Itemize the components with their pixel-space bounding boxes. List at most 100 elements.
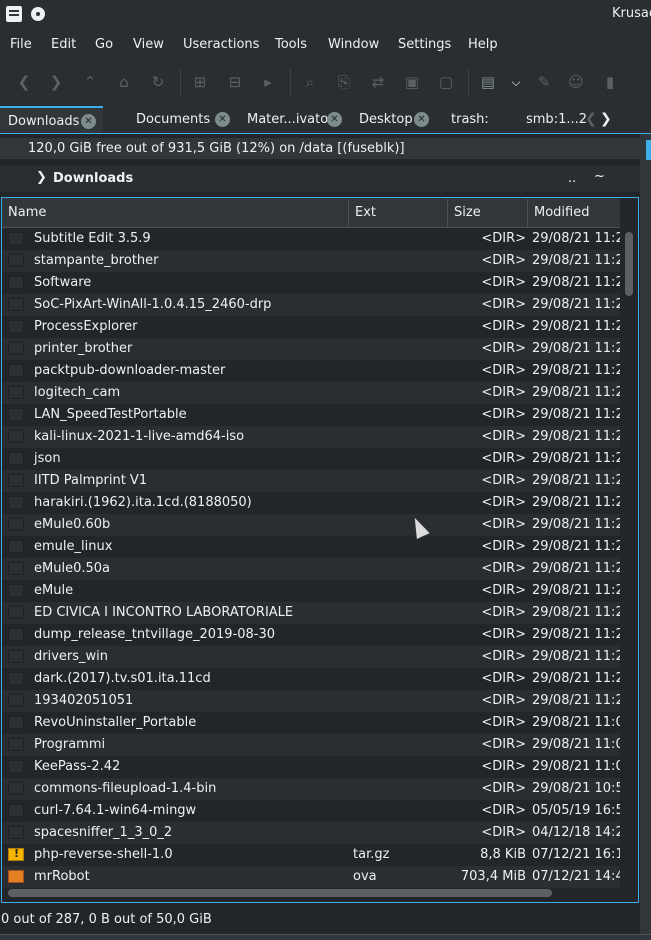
table-row[interactable]: Subtitle Edit 3.5.9 <DIR> 29/08/21 11:22 <box>2 228 620 250</box>
tab-scroll-left-icon[interactable]: ❮ <box>585 111 597 127</box>
table-row[interactable]: RevoUninstaller_Portable <DIR> 29/08/21 11… <box>2 712 620 734</box>
vertical-scrollbar[interactable] <box>622 228 638 882</box>
menu-edit[interactable]: Edit <box>51 37 76 52</box>
parent-dir-button[interactable]: .. <box>568 171 576 186</box>
run-icon[interactable]: ▸ <box>258 72 278 92</box>
pack-icon[interactable]: ▣ <box>402 72 422 92</box>
column-modified[interactable]: Modified <box>534 205 589 220</box>
file-size: <DIR> <box>481 803 526 818</box>
scrollbar-thumb[interactable] <box>625 232 633 296</box>
forward-icon[interactable]: ❯ <box>46 72 66 92</box>
table-row[interactable]: spacesniffer_1_3_0_2 <DIR> 04/12/18 14:24 <box>2 822 620 844</box>
table-row[interactable]: 193402051051 <DIR> 29/08/21 11:21 <box>2 690 620 712</box>
menu-window[interactable]: Window <box>328 37 379 52</box>
table-row[interactable]: IITD Palmprint V1 <DIR> 29/08/21 11:21 <box>2 470 620 492</box>
table-row[interactable]: php-reverse-shell-1.0 tar.gz 8,8 KiB 07/12/… <box>2 844 620 866</box>
tab-label: Desktop <box>359 112 413 127</box>
table-row[interactable]: kali-linux-2021-1-live-amd64-iso <DIR> 29/… <box>2 426 620 448</box>
copy-icon[interactable]: ⎘ <box>334 72 354 92</box>
table-row[interactable]: stampante_brother <DIR> 29/08/21 11:22 <box>2 250 620 272</box>
up-icon[interactable]: ⌃ <box>80 72 100 92</box>
search-icon[interactable]: ⌕ <box>300 72 320 92</box>
keep-above-icon[interactable] <box>31 7 45 21</box>
column-ext[interactable]: Ext <box>355 205 376 220</box>
table-row[interactable]: logitech_cam <DIR> 29/08/21 11:22 <box>2 382 620 404</box>
folder-icon <box>8 562 24 575</box>
menu-go[interactable]: Go <box>95 37 113 52</box>
table-row[interactable]: KeePass-2.42 <DIR> 29/08/21 11:08 <box>2 756 620 778</box>
tab-materiale[interactable]: Mater...ivato ✕ <box>240 106 346 133</box>
column-name[interactable]: Name <box>8 205 46 220</box>
folder-icon <box>8 276 24 289</box>
tab-scroll-right-icon[interactable]: ❯ <box>600 111 612 127</box>
column-divider[interactable] <box>527 199 528 227</box>
tab-smb[interactable]: smb:1...2 <box>518 106 587 133</box>
table-row[interactable]: eMule0.60b <DIR> 29/08/21 11:21 <box>2 514 620 536</box>
trash-icon[interactable]: ▮ <box>600 72 620 92</box>
column-divider[interactable] <box>447 199 448 227</box>
menu-help[interactable]: Help <box>468 37 498 52</box>
selection-status-bar: 0 out of 287, 0 B out of 50,0 GiB <box>0 908 640 932</box>
home-icon[interactable]: ⌂ <box>114 72 134 92</box>
close-icon[interactable]: ✕ <box>81 114 96 129</box>
folder-icon <box>8 628 24 641</box>
table-row[interactable]: SoC-PixArt-WinAll-1.0.4.15_2460-drp <DIR>… <box>2 294 620 316</box>
file-name: eMule <box>34 583 74 598</box>
table-row[interactable]: dark.(2017).tv.s01.ita.11cd <DIR> 29/08/21… <box>2 668 620 690</box>
tab-desktop[interactable]: Desktop ✕ <box>352 106 434 133</box>
table-row[interactable]: mrRobot ova 703,4 MiB 07/12/21 14:49 <box>2 866 620 888</box>
menu-view[interactable]: View <box>133 37 164 52</box>
edit-icon[interactable]: ✎ <box>534 72 554 92</box>
move-icon[interactable]: ⇄ <box>368 72 388 92</box>
table-row[interactable]: ED CIVICA I INCONTRO LABORATORIALE <DIR> 2… <box>2 602 620 624</box>
scrollbar-thumb[interactable] <box>8 889 552 897</box>
delete-icon[interactable]: ⊟ <box>225 72 245 92</box>
home-dir-button[interactable]: ~ <box>594 169 605 184</box>
user-icon[interactable]: ☺ <box>566 72 586 92</box>
table-row[interactable]: dump_release_tntvillage_2019-08-30 <DIR> 2… <box>2 624 620 646</box>
tab-documents[interactable]: Documents ✕ <box>110 106 236 133</box>
table-row[interactable]: json <DIR> 29/08/21 11:21 <box>2 448 620 470</box>
table-row[interactable]: packtpub-downloader-master <DIR> 29/08/21 … <box>2 360 620 382</box>
table-row[interactable]: curl-7.64.1-win64-mingw <DIR> 05/05/19 16:… <box>2 800 620 822</box>
chevron-down-icon[interactable]: ⌵ <box>506 72 526 92</box>
table-row[interactable]: drivers_win <DIR> 29/08/21 11:21 <box>2 646 620 668</box>
table-row[interactable]: Programmi <DIR> 29/08/21 11:08 <box>2 734 620 756</box>
horizontal-scrollbar[interactable] <box>2 886 620 900</box>
right-panel-edge[interactable] <box>640 134 651 940</box>
folder-icon <box>8 826 24 839</box>
file-size: <DIR> <box>481 759 526 774</box>
table-row[interactable]: LAN_SpeedTestPortable <DIR> 29/08/21 11:22 <box>2 404 620 426</box>
tab-trash[interactable]: trash: <box>444 106 512 133</box>
table-row[interactable]: ProcessExplorer <DIR> 29/08/21 11:22 <box>2 316 620 338</box>
table-row[interactable]: eMule0.50a <DIR> 29/08/21 11:21 <box>2 558 620 580</box>
refresh-icon[interactable]: ↻ <box>148 72 168 92</box>
table-row[interactable]: commons-fileupload-1.4-bin <DIR> 29/08/21 … <box>2 778 620 800</box>
unpack-icon[interactable]: ▢ <box>436 72 456 92</box>
table-row[interactable]: printer_brother <DIR> 29/08/21 11:22 <box>2 338 620 360</box>
menu-settings[interactable]: Settings <box>398 37 451 52</box>
tab-downloads[interactable]: Downloads ✕ <box>0 106 103 133</box>
menu-file[interactable]: File <box>10 37 32 52</box>
menu-useractions[interactable]: Useractions <box>183 37 259 52</box>
table-row[interactable]: eMule <DIR> 29/08/21 11:21 <box>2 580 620 602</box>
file-size: <DIR> <box>481 583 526 598</box>
app-menu-icon[interactable] <box>6 6 22 22</box>
table-row[interactable]: Software <DIR> 29/08/21 11:22 <box>2 272 620 294</box>
table-row[interactable]: emule_linux <DIR> 29/08/21 11:21 <box>2 536 620 558</box>
chevron-right-icon[interactable]: ❯ <box>36 170 47 185</box>
close-icon[interactable]: ✕ <box>414 112 429 127</box>
menu-tools[interactable]: Tools <box>275 37 307 52</box>
close-icon[interactable]: ✕ <box>215 112 230 127</box>
column-size[interactable]: Size <box>454 205 481 220</box>
sync-icon[interactable]: ▤ <box>478 72 498 92</box>
file-name: LAN_SpeedTestPortable <box>34 407 187 422</box>
close-icon[interactable]: ✕ <box>327 112 342 127</box>
file-modified: 29/08/21 11:21 <box>532 451 620 466</box>
breadcrumb[interactable]: Downloads <box>53 171 133 186</box>
table-row[interactable]: harakiri.(1962).ita.1cd.(8188050) <DIR> 29… <box>2 492 620 514</box>
column-divider[interactable] <box>348 199 349 227</box>
compare-icon[interactable]: ⊞ <box>190 72 210 92</box>
back-icon[interactable]: ❮ <box>14 72 34 92</box>
file-size: <DIR> <box>481 429 526 444</box>
